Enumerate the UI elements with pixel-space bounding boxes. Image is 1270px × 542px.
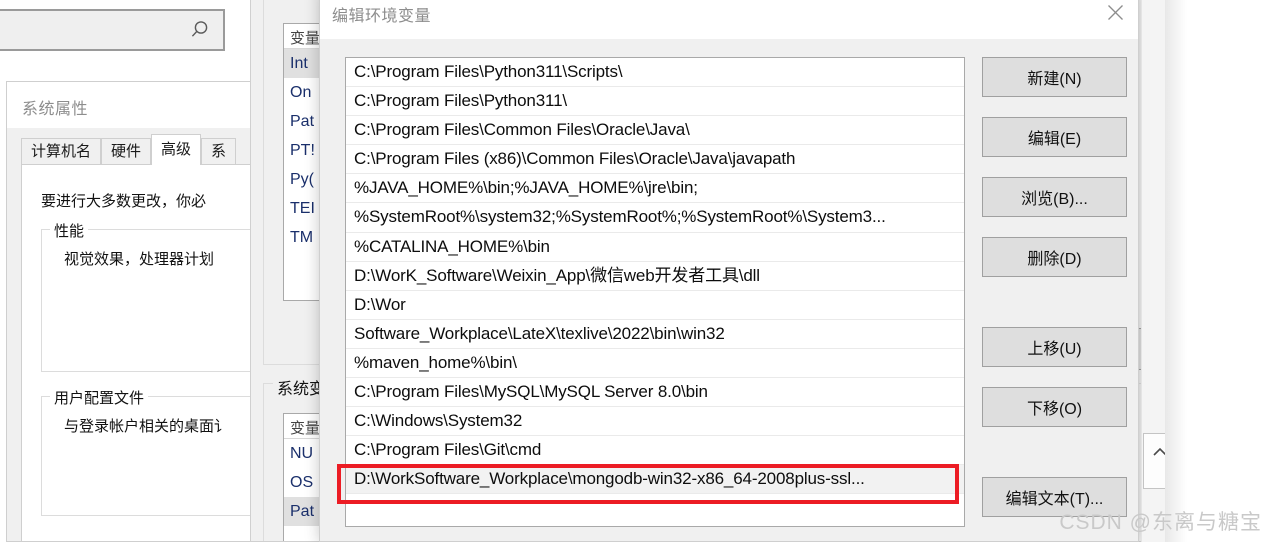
performance-group: 性能 视觉效果，处理器计划	[41, 220, 253, 372]
close-icon	[1107, 4, 1124, 26]
path-list-item[interactable]: C:\Program Files\Common Files\Oracle\Jav…	[346, 116, 964, 146]
system-properties-window: 系统属性 计算机名 硬件 高级 系 要进行大多数更改，你必 性能 视觉效果，处理…	[6, 81, 253, 542]
user-profiles-group: 用户配置文件 与登录帐户相关的桌面讠	[41, 387, 253, 516]
system-properties-tabstrip: 计算机名 硬件 高级 系	[21, 134, 237, 165]
user-profiles-group-text: 与登录帐户相关的桌面讠	[64, 418, 230, 435]
new-button[interactable]: 新建(N)	[982, 57, 1127, 97]
path-list-item[interactable]: %CATALINA_HOME%\bin	[346, 233, 964, 262]
path-list-item[interactable]: %SystemRoot%\system32;%SystemRoot%;%Syst…	[346, 203, 964, 233]
path-list-item[interactable]: D:\WorK_Software\Weixin_App\微信web开发者工具\d…	[346, 262, 964, 291]
tab-computer-name[interactable]: 计算机名	[21, 138, 102, 165]
system-properties-title: 系统属性	[22, 101, 89, 118]
tab-hardware[interactable]: 硬件	[101, 138, 152, 165]
user-profiles-group-title: 用户配置文件	[50, 387, 149, 408]
system-properties-titlebar: 系统属性	[7, 82, 253, 128]
edit-button[interactable]: 编辑(E)	[982, 117, 1127, 157]
path-list-item[interactable]: %JAVA_HOME%\bin;%JAVA_HOME%\jre\bin;	[346, 174, 964, 204]
user-variables-group-title: DON	[273, 0, 317, 3]
edit-dialog-body: C:\Program Files\Python311\Scripts\ C:\P…	[320, 39, 1138, 541]
path-list-item[interactable]: C:\Program Files\MySQL\MySQL Server 8.0\…	[346, 378, 964, 408]
move-up-button[interactable]: 上移(U)	[982, 327, 1127, 367]
path-list-item-selected[interactable]: D:\WorkSoftware_Workplace\mongodb-win32-…	[346, 465, 964, 495]
path-list-item[interactable]: C:\Program Files\Python311\	[346, 87, 964, 117]
edit-dialog-title: 编辑环境变量	[332, 8, 432, 25]
performance-group-title: 性能	[50, 220, 89, 241]
move-down-button[interactable]: 下移(O)	[982, 387, 1127, 427]
edit-environment-variable-dialog: 编辑环境变量 C:\Program Files\Python311\Script…	[319, 0, 1139, 542]
window-shadow	[1165, 0, 1187, 542]
path-entries-list[interactable]: C:\Program Files\Python311\Scripts\ C:\P…	[345, 57, 965, 527]
edit-dialog-titlebar[interactable]: 编辑环境变量	[320, 0, 1138, 39]
path-list-item[interactable]: D:\Wor	[346, 291, 964, 320]
path-list-item[interactable]: Software_Workplace\LateX\texlive\2022\bi…	[346, 320, 964, 349]
browse-button[interactable]: 浏览(B)...	[982, 177, 1127, 217]
edit-text-button[interactable]: 编辑文本(T)...	[982, 477, 1127, 517]
search-input[interactable]	[0, 9, 225, 51]
delete-button[interactable]: 删除(D)	[982, 237, 1127, 277]
path-list-item[interactable]: C:\Program Files (x86)\Common Files\Orac…	[346, 145, 964, 175]
path-list-item[interactable]: C:\Program Files\Git\cmd	[346, 436, 964, 466]
close-button[interactable]	[1092, 0, 1138, 39]
performance-group-text: 视觉效果，处理器计划	[64, 251, 215, 268]
path-list-item[interactable]: %maven_home%\bin\	[346, 349, 964, 379]
search-icon	[189, 19, 211, 41]
system-properties-intro-text: 要进行大多数更改，你必	[41, 193, 207, 210]
tab-advanced[interactable]: 高级	[151, 134, 202, 165]
tab-system-protection[interactable]: 系	[201, 138, 237, 165]
path-list-item[interactable]: C:\Program Files\Python311\Scripts\	[346, 58, 964, 88]
path-list-item[interactable]: C:\Windows\System32	[346, 407, 964, 437]
